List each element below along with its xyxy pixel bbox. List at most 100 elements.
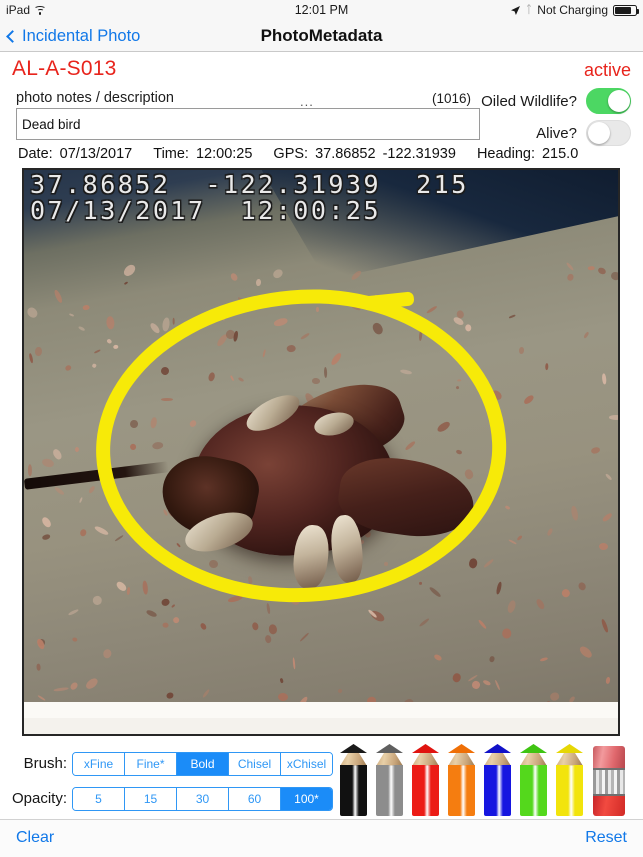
pebble <box>83 676 100 691</box>
pebble <box>418 617 430 628</box>
pebble <box>161 622 169 629</box>
pebble <box>112 344 119 350</box>
pebble <box>36 663 41 671</box>
opacity-label: Opacity: <box>11 790 67 807</box>
gps-lon-value: -122.31939 <box>382 146 456 162</box>
oiled-wildlife-toggle-row: Oiled Wildlife? <box>481 88 631 114</box>
pebble <box>93 524 109 537</box>
pebble <box>114 534 124 543</box>
pebble <box>600 618 610 634</box>
notes-char-count: (1016) <box>432 91 472 106</box>
eraser-ferrule-icon <box>593 768 625 796</box>
pebble <box>483 558 495 569</box>
pebble <box>28 352 34 364</box>
pebble <box>277 692 289 702</box>
pebble <box>291 657 296 670</box>
pebble <box>519 346 525 355</box>
date-value: 07/13/2017 <box>59 146 133 162</box>
pebble <box>27 463 33 476</box>
pebble <box>452 672 463 684</box>
pebble <box>199 621 208 631</box>
eraser-tool[interactable] <box>593 746 625 816</box>
brush-option-fine[interactable]: Fine* <box>125 753 177 775</box>
pencil-blue[interactable] <box>484 744 511 816</box>
pebble <box>41 534 51 541</box>
pebble <box>522 393 535 406</box>
pebble <box>589 445 601 455</box>
pebble <box>577 580 588 592</box>
pebble <box>171 317 175 325</box>
pebble <box>515 535 523 542</box>
opacity-option-5[interactable]: 5 <box>73 788 125 810</box>
pebble <box>494 679 501 691</box>
notes-label: photo notes / description <box>16 90 174 106</box>
pebble <box>588 265 596 271</box>
opacity-option-60[interactable]: 60 <box>229 788 281 810</box>
brush-option-bold[interactable]: Bold <box>177 753 229 775</box>
brush-option-xfine[interactable]: xFine <box>73 753 125 775</box>
pebble <box>540 657 549 663</box>
pebble <box>268 623 278 635</box>
pebble <box>34 346 42 357</box>
page-title: PhotoMetadata <box>260 26 383 45</box>
brush-segmented-control[interactable]: xFine Fine* Bold Chisel xChisel <box>72 752 333 776</box>
opacity-segmented-control[interactable]: 5 15 30 60 100* <box>72 787 333 811</box>
reset-button[interactable]: Reset <box>585 829 627 847</box>
pebble <box>602 373 607 385</box>
pebble <box>565 272 575 282</box>
opacity-option-30[interactable]: 30 <box>177 788 229 810</box>
pebble <box>123 280 129 285</box>
brush-option-xchisel[interactable]: xChisel <box>281 753 332 775</box>
time-value: 12:00:25 <box>195 146 253 162</box>
pencil-gray[interactable] <box>376 744 403 816</box>
pebble <box>40 457 56 469</box>
pebble <box>507 539 518 546</box>
brush-option-chisel[interactable]: Chisel <box>229 753 281 775</box>
eraser-body-icon <box>593 796 625 816</box>
pebble <box>488 655 495 663</box>
opacity-option-100[interactable]: 100* <box>281 788 332 810</box>
gps-lat-value: 37.86852 <box>315 146 376 162</box>
pebble <box>77 325 86 332</box>
heading-value: 215.0 <box>541 146 579 162</box>
pebble <box>495 581 503 596</box>
pencil-orange[interactable] <box>448 744 475 816</box>
opacity-option-15[interactable]: 15 <box>125 788 177 810</box>
pebble <box>504 504 511 510</box>
pencil-red[interactable] <box>412 744 439 816</box>
pebble <box>570 505 580 522</box>
pencil-yellow[interactable] <box>556 744 583 816</box>
pebble <box>72 636 79 642</box>
pebble <box>560 587 572 600</box>
pebble <box>433 653 443 662</box>
pebble <box>255 279 261 287</box>
pencil-black[interactable] <box>340 744 367 816</box>
clear-button[interactable]: Clear <box>16 829 54 847</box>
alive-toggle[interactable] <box>586 120 631 146</box>
pebble <box>502 628 512 639</box>
pebble <box>41 515 54 529</box>
pebble <box>165 691 175 700</box>
pencil-green[interactable] <box>520 744 547 816</box>
pebble <box>546 527 554 537</box>
pebble <box>470 680 482 691</box>
pebble <box>583 330 590 339</box>
pebble <box>69 313 75 318</box>
photo-stamp-line2: 07/13/2017 12:00:25 <box>30 196 382 226</box>
pebble <box>604 472 613 481</box>
pebble <box>82 304 91 311</box>
pebble <box>105 315 115 330</box>
color-picker-pencils <box>340 744 640 816</box>
pebble <box>229 272 239 283</box>
pebble <box>126 586 131 595</box>
pebble <box>160 597 171 607</box>
oiled-wildlife-toggle[interactable] <box>586 88 631 114</box>
oiled-wildlife-label: Oiled Wildlife? <box>481 92 577 110</box>
pebble <box>350 268 363 282</box>
heading-label: Heading: <box>476 146 535 162</box>
pebble <box>336 688 343 695</box>
pebble <box>271 267 284 281</box>
notes-input[interactable] <box>16 108 480 140</box>
photo-canvas[interactable]: 37.86852 -122.31939 215 07/13/2017 12:00… <box>22 168 620 736</box>
pebble <box>202 688 211 699</box>
